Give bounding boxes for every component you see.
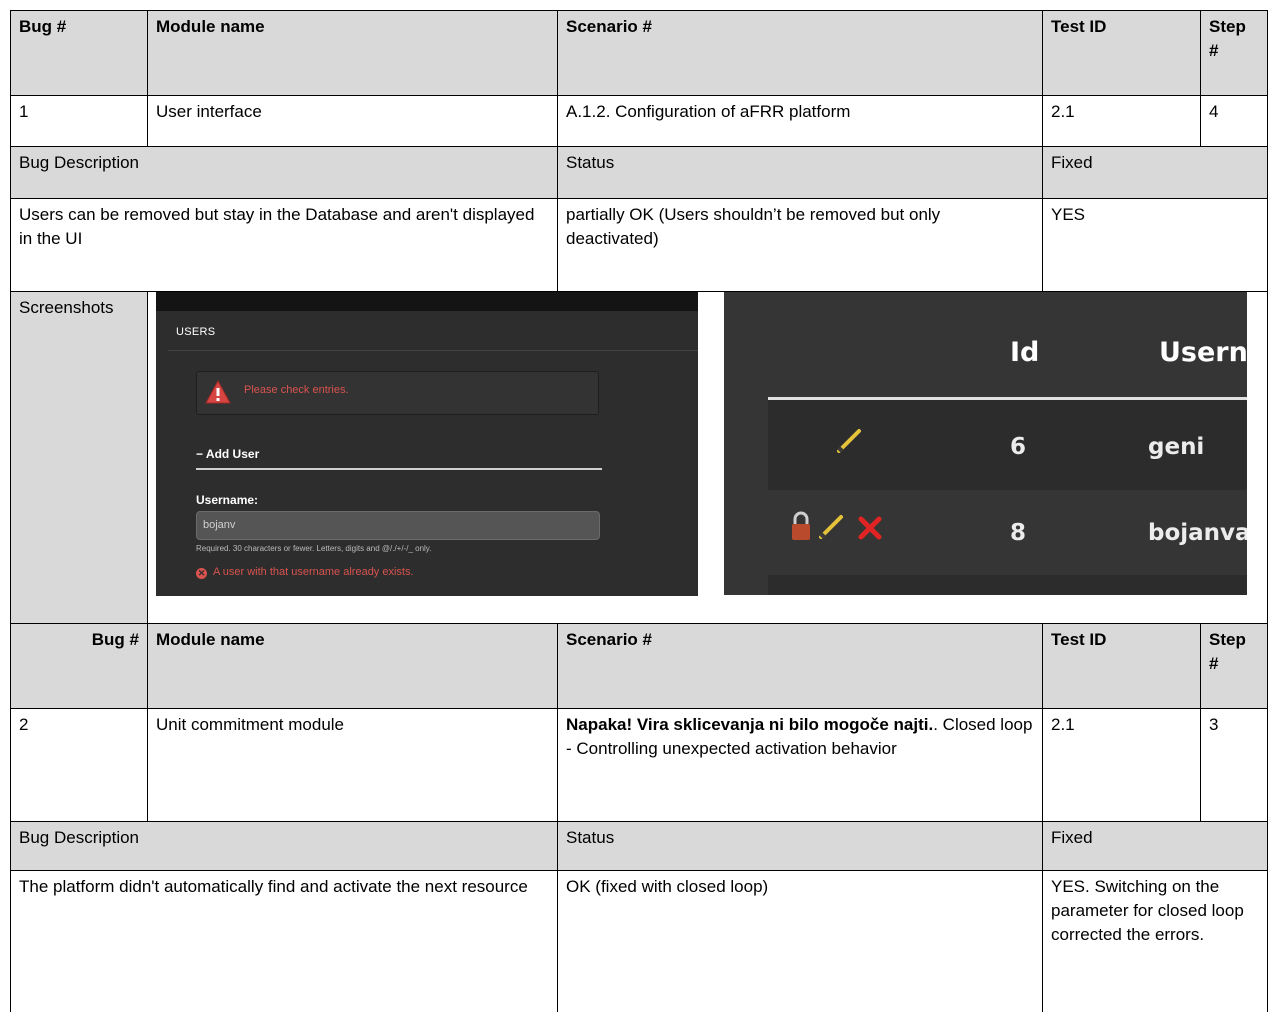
delete-x-icon[interactable] xyxy=(858,516,882,540)
bug-1-scenario: A.1.2. Configuration of aFRR platform xyxy=(557,95,1043,147)
bug-2-description-header: Bug Description xyxy=(10,821,558,871)
add-user-toggle[interactable]: − Add User xyxy=(196,447,259,461)
bug-1-description-header: Bug Description xyxy=(10,146,558,199)
header-bug-number-2: Bug # xyxy=(10,623,148,709)
header-module-name-2: Module name xyxy=(147,623,558,709)
header-module-name: Module name xyxy=(147,10,558,96)
username-help-text: Required. 30 characters or fewer. Letter… xyxy=(196,544,432,553)
bug-2-module: Unit commitment module xyxy=(147,708,558,822)
row-1-username: geni xyxy=(1148,434,1205,460)
bug-1-test-id: 2.1 xyxy=(1042,95,1201,147)
header-test-id-2: Test ID xyxy=(1042,623,1201,709)
bug-2-step: 3 xyxy=(1200,708,1268,822)
bug-1-module: User interface xyxy=(147,95,558,147)
section-divider xyxy=(196,468,602,470)
bug-1-number: 1 xyxy=(10,95,148,147)
username-input[interactable]: bojanv xyxy=(196,511,600,540)
alert-text: Please check entries. xyxy=(244,384,349,396)
warning-icon xyxy=(205,380,231,404)
bug-2-fixed-header: Fixed xyxy=(1042,821,1268,871)
header-bug-number: Bug # xyxy=(10,10,148,96)
bug-2-fixed: YES. Switching on the parameter for clos… xyxy=(1042,870,1268,1012)
bug-2-status-header: Status xyxy=(557,821,1043,871)
bug-1-description: Users can be removed but stay in the Dat… xyxy=(10,198,558,292)
users-form-screenshot: USERS Please check entries. − Add User U… xyxy=(156,292,698,596)
bug-2-test-id: 2.1 xyxy=(1042,708,1201,822)
bug-1-fixed: YES xyxy=(1042,198,1268,292)
bug-2-scenario: Napaka! Vira sklicevanja ni bilo mogoče … xyxy=(557,708,1043,822)
edit-pencil-icon[interactable] xyxy=(836,428,862,454)
users-table-screenshot: Id Usern 6 geni 8 bojanva xyxy=(724,292,1247,595)
row-2-id: 8 xyxy=(1010,520,1027,546)
bug-1-status-header: Status xyxy=(557,146,1043,199)
row-1-id: 6 xyxy=(1010,434,1027,460)
row-2-username: bojanva xyxy=(1148,520,1247,546)
header-step: Step # xyxy=(1200,10,1268,96)
column-header-username: Usern xyxy=(1159,337,1247,368)
users-title: USERS xyxy=(176,326,216,338)
column-header-id: Id xyxy=(1010,337,1040,368)
username-label: Username: xyxy=(196,493,259,507)
edit-pencil-icon[interactable] xyxy=(818,514,844,540)
screenshots-label: Screenshots xyxy=(10,291,148,624)
bug-1-status: partially OK (Users shouldn’t be removed… xyxy=(557,198,1043,292)
header-test-id: Test ID xyxy=(1042,10,1201,96)
lock-icon[interactable] xyxy=(790,511,812,541)
bug-2-number: 2 xyxy=(10,708,148,822)
error-icon: ✕ xyxy=(196,568,207,579)
bug-2-status: OK (fixed with closed loop) xyxy=(557,870,1043,1012)
header-scenario: Scenario # xyxy=(557,10,1043,96)
title-divider xyxy=(168,350,698,351)
header-step-2: Step # xyxy=(1200,623,1268,709)
header-scenario-2: Scenario # xyxy=(557,623,1043,709)
bug-2-description: The platform didn't automatically find a… xyxy=(10,870,558,1012)
bug-1-step: 4 xyxy=(1200,95,1268,147)
table-row xyxy=(768,575,1247,595)
username-error-text: A user with that username already exists… xyxy=(213,566,414,578)
bug-2-scenario-reference: Napaka! Vira sklicevanja ni bilo mogoče … xyxy=(566,715,934,734)
bug-1-fixed-header: Fixed xyxy=(1042,146,1268,199)
username-error: ✕ A user with that username already exist… xyxy=(196,566,414,579)
top-bar xyxy=(156,292,698,311)
alert-box: Please check entries. xyxy=(196,371,599,415)
